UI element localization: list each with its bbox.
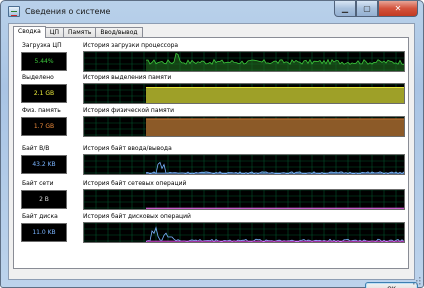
disk-bytes-history-label: История байт дисковых операций — [83, 213, 191, 220]
usage-fill — [146, 118, 404, 136]
physical-memory-history-label: История физической памяти — [83, 107, 175, 114]
cpu-history-label: История загрузки процессора — [83, 42, 179, 49]
metric-row-disk-bytes: Байт диска 11.0 KB История байт дисковых… — [14, 211, 408, 245]
window-title: Сведения о системе — [25, 7, 111, 16]
metric-row-commit: Выделено 2.1 GB История выделения памяти — [14, 72, 408, 106]
caption-buttons: ▁ ▢ ✕ — [334, 1, 418, 17]
graph-canvas — [84, 52, 404, 71]
commit-history-label: История выделения памяти — [83, 74, 172, 81]
io-bytes-value: 43.2 KB — [21, 155, 67, 174]
io-bytes-history-graph — [83, 154, 405, 175]
physical-memory-label: Физ. память — [22, 107, 61, 114]
commit-label: Выделено — [22, 74, 54, 81]
dialog-client-area: Сводка ЦП Память Ввод/вывод Загрузка ЦП … — [8, 23, 418, 288]
summary-panel: Загрузка ЦП 5.44% История загрузки проце… — [13, 37, 409, 269]
history-trace — [145, 161, 404, 174]
maximize-button[interactable]: ▢ — [356, 1, 378, 17]
io-bytes-history-label: История байт ввода/вывода — [83, 145, 172, 152]
physical-memory-history-graph — [83, 116, 405, 137]
physical-memory-value: 1.7 GB — [21, 117, 67, 136]
network-bytes-label: Байт сети — [22, 180, 54, 187]
network-bytes-history-graph — [83, 189, 405, 210]
metric-row-cpu: Загрузка ЦП 5.44% История загрузки проце… — [14, 40, 408, 74]
metric-row-network-bytes: Байт сети 2 B История байт сетевых опера… — [14, 178, 408, 212]
graph-canvas — [84, 84, 404, 103]
disk-bytes-value: 11.0 KB — [21, 223, 67, 242]
commit-history-graph — [83, 83, 405, 104]
close-button[interactable]: ✕ — [378, 1, 418, 17]
cpu-history-graph — [83, 51, 405, 72]
cpu-usage-value: 5.44% — [21, 52, 67, 71]
io-bytes-label: Байт В/В — [22, 145, 50, 152]
minimize-button[interactable]: ▁ — [334, 1, 356, 17]
graph-canvas — [84, 117, 404, 136]
close-icon: ✕ — [394, 4, 402, 13]
system-info-window: Сведения о системе ▁ ▢ ✕ Сводка ЦП Памят… — [0, 0, 424, 288]
resize-grip-icon[interactable] — [413, 277, 421, 285]
graph-canvas — [84, 190, 404, 209]
commit-value: 2.1 GB — [21, 84, 67, 103]
graph-canvas — [84, 223, 404, 242]
disk-bytes-history-graph — [83, 222, 405, 243]
title-bar[interactable]: Сведения о системе ▁ ▢ ✕ — [1, 1, 423, 23]
maximize-icon: ▢ — [363, 4, 371, 13]
metric-row-physical-memory: Физ. память 1.7 GB История физической па… — [14, 105, 408, 139]
ok-button[interactable]: OK — [365, 282, 418, 288]
graph-canvas — [84, 155, 404, 174]
network-bytes-history-label: История байт сетевых операций — [83, 180, 187, 187]
network-bytes-value: 2 B — [21, 190, 67, 209]
cpu-usage-label: Загрузка ЦП — [22, 42, 62, 49]
disk-bytes-label: Байт диска — [22, 213, 58, 220]
system-info-icon — [8, 6, 20, 17]
minimize-icon: ▁ — [341, 4, 349, 13]
usage-fill — [146, 87, 404, 103]
metric-row-io-bytes: Байт В/В 43.2 KB История байт ввода/выво… — [14, 143, 408, 177]
tab-summary[interactable]: Сводка — [13, 26, 46, 38]
